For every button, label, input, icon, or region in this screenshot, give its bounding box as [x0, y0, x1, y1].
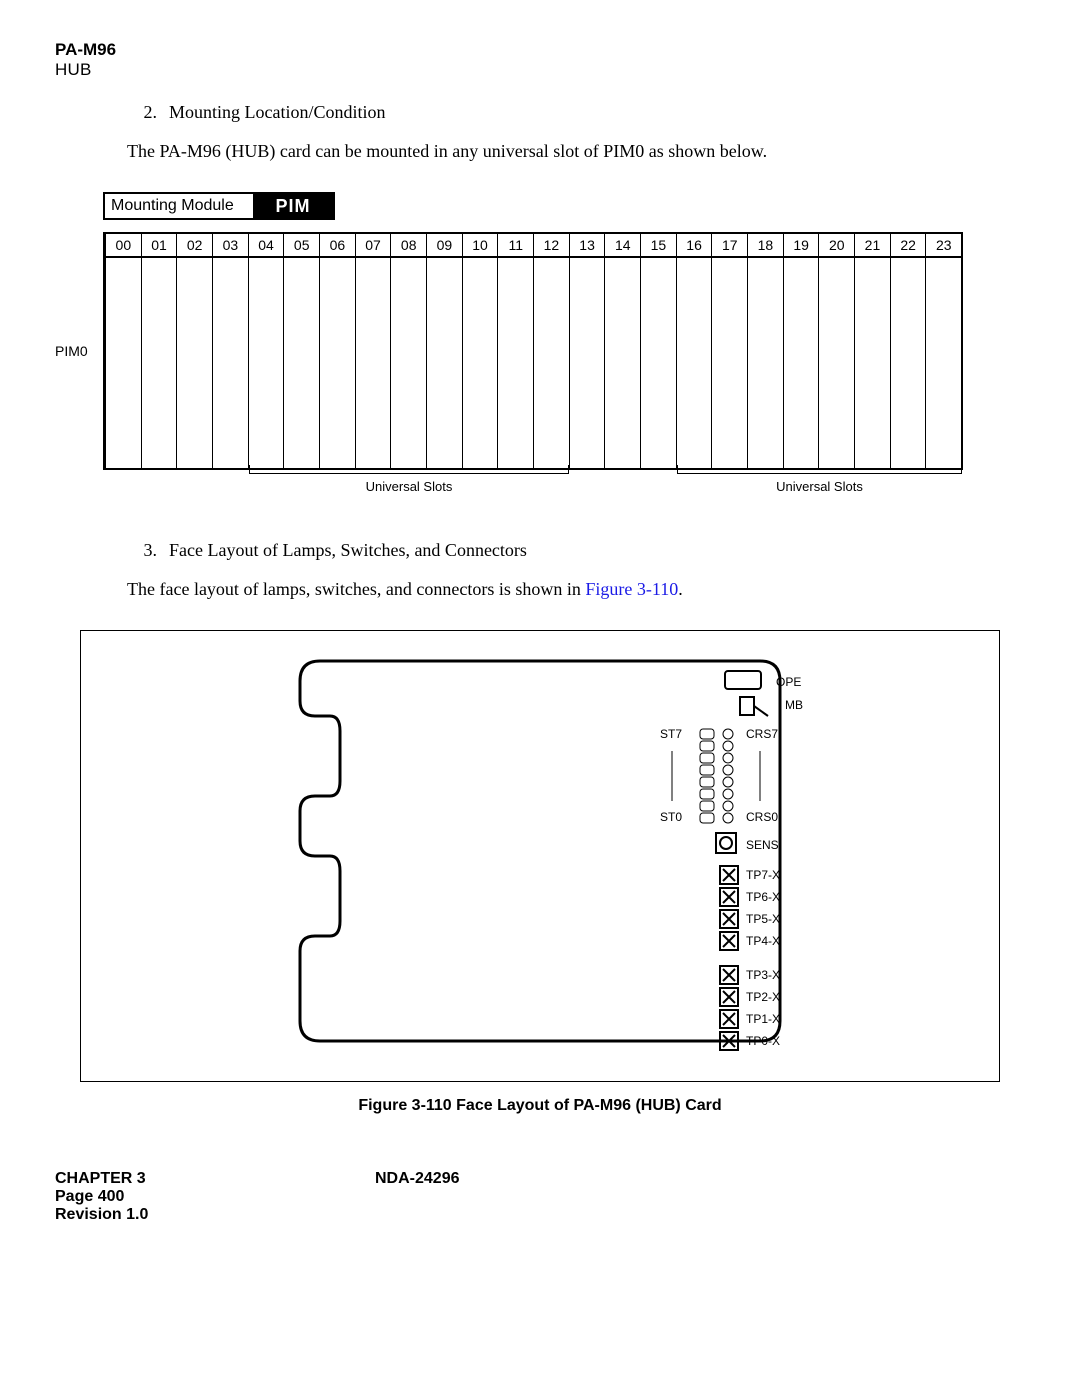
slot-column: 23	[925, 234, 961, 468]
mounting-module-label: Mounting Module	[105, 194, 253, 218]
pim-badge: PIM	[253, 194, 333, 218]
doc-model: PA-M96	[55, 40, 1025, 60]
label-tp4: TP4-X	[746, 934, 780, 948]
slot-number: 06	[320, 234, 355, 258]
slot-number: 13	[570, 234, 605, 258]
slot-column: 11	[497, 234, 533, 468]
label-crs0: CRS0	[746, 810, 778, 824]
slot-column: 06	[319, 234, 355, 468]
slot-column: 10	[462, 234, 498, 468]
slot-number: 20	[819, 234, 854, 258]
card-face-svg: OPE MB ST7 ST0 CRS7 CRS0 SENS TP7-X TP6-…	[260, 651, 820, 1051]
label-tp3: TP3-X	[746, 968, 780, 982]
slot-number: 14	[605, 234, 640, 258]
section-2-num: 2.	[127, 102, 157, 123]
page-footer: CHAPTER 3 Page 400 Revision 1.0 NDA-2429…	[55, 1170, 1025, 1224]
label-mb: MB	[785, 698, 803, 712]
section-2-heading: 2. Mounting Location/Condition	[127, 102, 1025, 123]
slot-column: 15	[640, 234, 676, 468]
section-3-num: 3.	[127, 540, 157, 561]
slot-column: 12	[533, 234, 569, 468]
pim0-row-label: PIM0	[55, 343, 88, 359]
slot-column: 01	[141, 234, 177, 468]
label-st0: ST0	[660, 810, 682, 824]
slot-number: 09	[427, 234, 462, 258]
universal-slots-b: Universal Slots	[677, 475, 962, 490]
section-3-body: The face layout of lamps, switches, and …	[127, 579, 1025, 600]
slot-column: 21	[854, 234, 890, 468]
section-3-body-pre: The face layout of lamps, switches, and …	[127, 579, 585, 599]
mounting-diagram: Mounting Module PIM PIM0 000102030405060…	[103, 192, 963, 470]
slot-column: 08	[390, 234, 426, 468]
slot-number: 15	[641, 234, 676, 258]
tp-connectors	[720, 866, 738, 1050]
slot-number: 11	[498, 234, 533, 258]
slot-column: 07	[355, 234, 391, 468]
doc-subtitle: HUB	[55, 60, 1025, 80]
label-ope: OPE	[776, 675, 801, 689]
label-tp5: TP5-X	[746, 912, 780, 926]
label-tp2: TP2-X	[746, 990, 780, 1004]
slot-column: 04	[248, 234, 284, 468]
slot-column: 02	[176, 234, 212, 468]
slot-number: 01	[142, 234, 177, 258]
slot-number: 00	[106, 234, 141, 258]
slot-number: 07	[356, 234, 391, 258]
footer-doc: NDA-24296	[375, 1170, 1025, 1188]
label-tp1: TP1-X	[746, 1012, 780, 1026]
sens-icon	[716, 833, 736, 853]
label-tp6: TP6-X	[746, 890, 780, 904]
footer-rev: Revision 1.0	[55, 1206, 375, 1224]
slot-column: 17	[711, 234, 747, 468]
slot-number: 16	[677, 234, 712, 258]
slot-column: 00	[105, 234, 141, 468]
mounting-header: Mounting Module PIM	[103, 192, 335, 220]
slot-column: 22	[890, 234, 926, 468]
section-2-title: Mounting Location/Condition	[169, 102, 386, 122]
universal-slots-a: Universal Slots	[249, 475, 569, 490]
label-sens: SENS	[746, 838, 779, 852]
slot-column: 03	[212, 234, 248, 468]
slot-column: 16	[676, 234, 712, 468]
slot-number: 23	[926, 234, 961, 258]
figure-caption: Figure 3-110 Face Layout of PA-M96 (HUB)…	[55, 1097, 1025, 1115]
footer-page: Page 400	[55, 1188, 375, 1206]
figure-link[interactable]: Figure 3-110	[585, 579, 678, 599]
slot-number: 08	[391, 234, 426, 258]
slot-column: 05	[283, 234, 319, 468]
card-figure-frame: OPE MB ST7 ST0 CRS7 CRS0 SENS TP7-X TP6-…	[80, 630, 1000, 1082]
label-crs7: CRS7	[746, 727, 778, 741]
slot-number: 18	[748, 234, 783, 258]
slot-number: 19	[784, 234, 819, 258]
slot-table: PIM0 00010203040506070809101112131415161…	[103, 232, 963, 470]
slot-number: 03	[213, 234, 248, 258]
section-3-heading: 3. Face Layout of Lamps, Switches, and Co…	[127, 540, 1025, 561]
card-outline	[300, 661, 780, 1041]
section-2-body: The PA-M96 (HUB) card can be mounted in …	[127, 141, 1025, 162]
slot-column: 18	[747, 234, 783, 468]
slot-number: 12	[534, 234, 569, 258]
label-st7: ST7	[660, 727, 682, 741]
slot-column: 09	[426, 234, 462, 468]
slot-number: 21	[855, 234, 890, 258]
led-column	[700, 729, 733, 823]
slot-number: 10	[463, 234, 498, 258]
extractor-tab	[725, 671, 761, 689]
slot-number: 22	[891, 234, 926, 258]
slot-column: 20	[818, 234, 854, 468]
section-3-body-post: .	[678, 579, 683, 599]
slot-column: 19	[783, 234, 819, 468]
slot-number: 02	[177, 234, 212, 258]
slot-number: 17	[712, 234, 747, 258]
label-tp0: TP0-X	[746, 1034, 780, 1048]
slot-column: 13	[569, 234, 605, 468]
mb-switch	[740, 697, 768, 716]
slot-number: 05	[284, 234, 319, 258]
slot-number: 04	[249, 234, 284, 258]
footer-chapter: CHAPTER 3	[55, 1170, 375, 1188]
label-tp7: TP7-X	[746, 868, 780, 882]
section-3-title: Face Layout of Lamps, Switches, and Conn…	[169, 540, 527, 560]
slot-column: 14	[604, 234, 640, 468]
